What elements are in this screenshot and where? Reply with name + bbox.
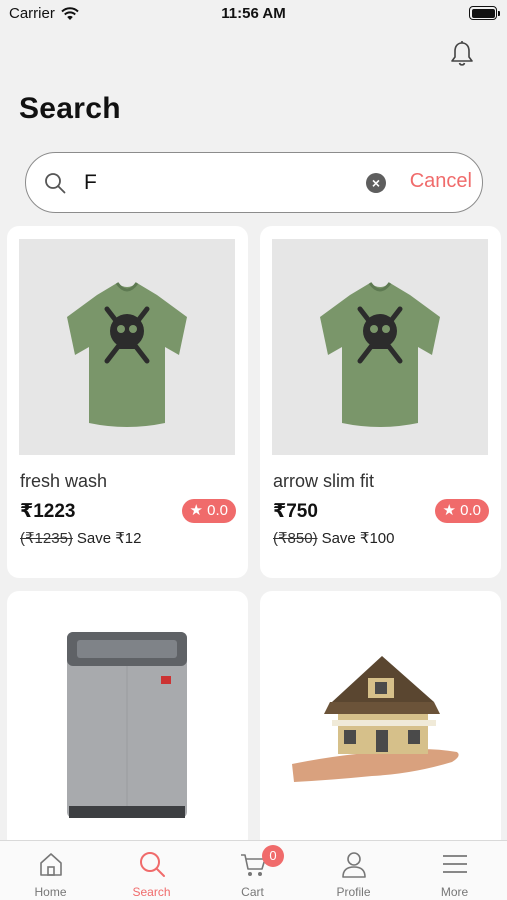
profile-icon [342,852,366,878]
product-name: fresh wash [20,471,108,491]
clock: 11:56 AM [221,5,286,22]
product-image-house [272,604,488,820]
search-input[interactable] [84,167,354,199]
product-card[interactable]: fresh wash ₹1223 ★ 0.0 (₹1235) Save ₹12 [7,226,248,578]
product-price: ₹1223 [20,501,76,522]
search-icon [45,173,66,194]
bell-icon[interactable] [449,40,475,68]
rating-badge: ★ 0.0 [434,499,489,523]
price-savings: (₹850) Save ₹100 [273,529,395,547]
product-image-washing-machine [19,604,235,820]
product-name: arrow slim fit [273,471,375,491]
cancel-button[interactable]: Cancel [410,170,472,193]
tab-profile[interactable]: Profile [303,841,404,900]
tab-label: Search [132,885,171,899]
search-bar: × Cancel [25,152,483,213]
product-card[interactable] [7,591,248,851]
rating-badge: ★ 0.0 [181,499,236,523]
product-card[interactable]: arrow slim fit ₹750 ★ 0.0 (₹850) Save ₹10… [260,226,501,578]
product-price: ₹750 [273,501,318,522]
search-screen: Carrier 11:56 AM Search × Cancel [0,0,507,900]
savings-text: Save ₹100 [321,530,395,547]
home-icon [40,853,62,876]
menu-icon [443,855,467,873]
product-image-tshirt [19,239,235,455]
tab-bar: Home Search 0 Cart Profile More [0,840,507,900]
clear-search-icon[interactable]: × [366,173,386,193]
cart-count-badge: 0 [262,845,284,867]
battery-icon [469,6,500,20]
old-price: (₹1235) [20,530,73,547]
tab-label: Cart [241,885,264,899]
tab-label: More [440,885,469,899]
savings-text: Save ₹12 [76,530,142,547]
tab-label: Home [34,885,67,899]
product-image-tshirt [272,239,488,455]
page-title: Search [19,92,121,125]
old-price: (₹850) [273,530,318,547]
tab-more[interactable]: More [404,841,505,900]
tab-cart[interactable]: 0 Cart [202,841,303,900]
price-savings: (₹1235) Save ₹12 [20,529,142,547]
search-icon [140,852,165,877]
product-card[interactable] [260,591,501,851]
tab-search[interactable]: Search [101,841,202,900]
tab-home[interactable]: Home [0,841,101,900]
tab-label: Profile [336,885,371,899]
status-bar: Carrier 11:56 AM [0,0,507,28]
